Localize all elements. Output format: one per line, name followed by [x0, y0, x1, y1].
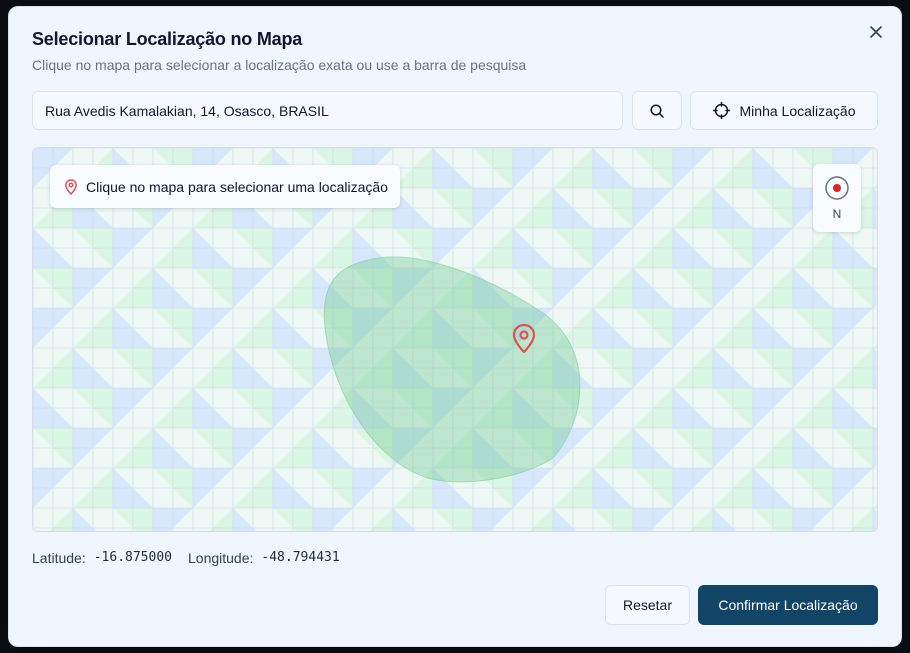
address-search-input[interactable]	[32, 91, 623, 130]
close-button[interactable]	[865, 21, 887, 43]
map-hint-tooltip: Clique no mapa para selecionar uma local…	[50, 165, 400, 208]
confirm-location-button[interactable]: Confirmar Localização	[698, 585, 878, 625]
map-canvas[interactable]: Clique no mapa para selecionar uma local…	[32, 147, 878, 532]
location-dialog: Selecionar Localização no Mapa Clique no…	[8, 6, 902, 647]
coordinates-readout: Latitude: -16.875000 Longitude: -48.7944…	[32, 550, 340, 566]
latitude-value: -16.875000	[93, 550, 172, 565]
close-icon	[870, 26, 882, 38]
selection-area	[323, 256, 581, 483]
dialog-title: Selecionar Localização no Mapa	[32, 29, 303, 49]
dialog-subtitle: Clique no mapa para selecionar a localiz…	[32, 57, 527, 73]
my-location-label: Minha Localização	[739, 102, 856, 119]
reset-button[interactable]: Resetar	[605, 585, 690, 625]
compass-control[interactable]: N	[813, 164, 861, 232]
search-button[interactable]	[632, 91, 682, 130]
longitude-label: Longitude:	[188, 550, 254, 566]
compass-icon	[825, 176, 849, 200]
my-location-button[interactable]: Minha Localização	[690, 91, 878, 130]
latitude-label: Latitude:	[32, 550, 86, 566]
map-pin-icon	[65, 178, 77, 195]
search-icon	[650, 103, 664, 118]
longitude-value: -48.794431	[261, 550, 340, 565]
map-hint-text: Clique no mapa para selecionar uma local…	[86, 178, 388, 195]
crosshair-icon	[712, 102, 730, 119]
compass-north-label: N	[832, 207, 842, 221]
location-marker-icon[interactable]	[511, 323, 537, 355]
